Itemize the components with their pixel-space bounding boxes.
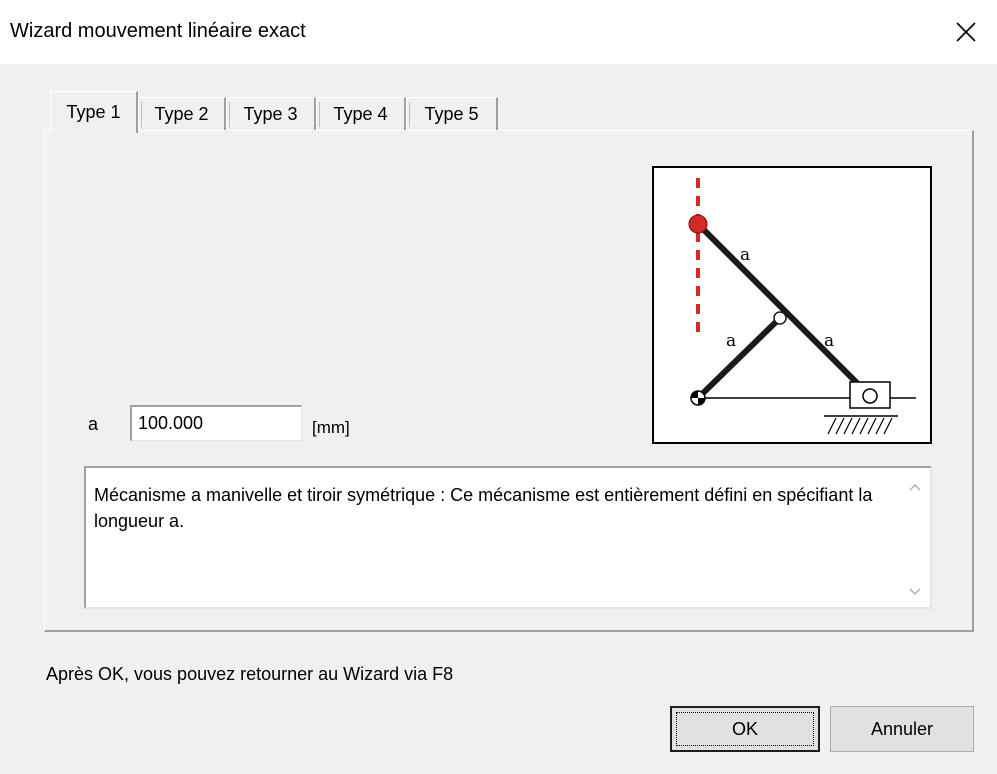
title-bar: Wizard mouvement linéaire exact	[0, 0, 997, 64]
tab-type-3[interactable]: Type 3	[226, 97, 316, 131]
link-label: a	[824, 331, 834, 351]
description-box[interactable]: Mécanisme a manivelle et tiroir symétriq…	[84, 466, 932, 609]
close-icon	[956, 22, 976, 42]
tab-type-4[interactable]: Type 4	[316, 97, 406, 131]
description-text: Mécanisme a manivelle et tiroir symétriq…	[94, 485, 873, 531]
focus-rectangle	[676, 712, 814, 746]
close-button[interactable]	[935, 0, 997, 64]
window-title: Wizard mouvement linéaire exact	[10, 20, 306, 42]
slider-joint	[862, 388, 878, 404]
param-a-input[interactable]	[130, 405, 302, 441]
tab-type-2[interactable]: Type 2	[138, 97, 226, 131]
tab-label: Type 4	[333, 104, 388, 124]
scroll-down-icon[interactable]	[908, 587, 922, 597]
link-label: a	[740, 245, 750, 265]
tab-label: Type 3	[243, 104, 298, 124]
tab-type-5[interactable]: Type 5	[406, 97, 498, 131]
description-scrollbar[interactable]	[900, 468, 930, 607]
tab-label: Type 2	[154, 104, 209, 124]
traced-point	[688, 214, 708, 234]
tab-type-1[interactable]: Type 1	[50, 91, 138, 133]
param-a-unit: [mm]	[312, 418, 350, 437]
cancel-button[interactable]: Annuler	[830, 706, 974, 752]
cancel-button-label: Annuler	[870, 718, 934, 739]
link-label: a	[726, 331, 736, 351]
tab-label: Type 1	[66, 102, 121, 122]
tab-label: Type 5	[424, 104, 479, 124]
param-a-label: a	[88, 414, 99, 434]
scroll-up-icon[interactable]	[908, 482, 922, 492]
info-text: Après OK, vous pouvez retourner au Wizar…	[46, 664, 454, 684]
mechanism-diagram: a a a	[652, 166, 932, 444]
link-crank	[695, 315, 783, 401]
mid-joint	[773, 311, 787, 325]
mechanism-drawing: a a a	[688, 178, 916, 435]
ok-button[interactable]: OK	[670, 706, 820, 752]
